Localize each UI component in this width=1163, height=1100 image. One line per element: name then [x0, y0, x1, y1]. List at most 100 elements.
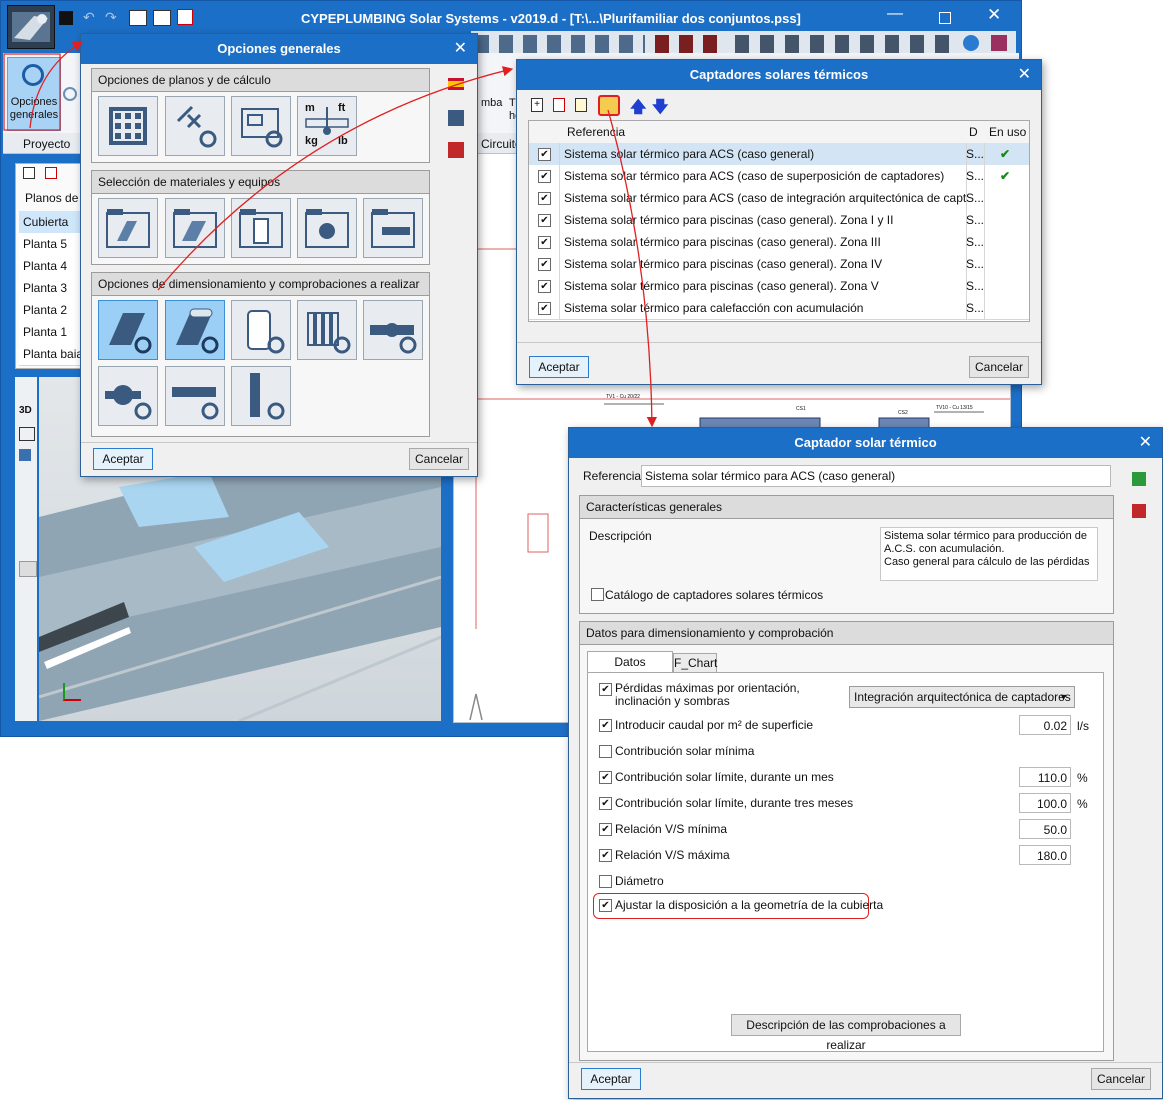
captadores-cancel-button[interactable]: Cancelar: [969, 356, 1029, 378]
contrib-min-checkbox[interactable]: [599, 745, 612, 758]
floor-item[interactable]: Planta 5: [19, 233, 83, 256]
contrib-tres-input[interactable]: 100.0: [1019, 793, 1071, 813]
close-icon[interactable]: ✕: [1139, 428, 1152, 458]
perdidas-select[interactable]: Integración arquitectónica de captadores…: [849, 686, 1075, 708]
vs-max-checkbox[interactable]: ✔: [599, 849, 612, 862]
tube-collector-settings-tile[interactable]: [165, 300, 225, 360]
layers-icon[interactable]: [19, 427, 35, 441]
plan-settings-tile[interactable]: [231, 96, 291, 156]
vs-min-input[interactable]: 50.0: [1019, 819, 1071, 839]
captador-accept-button[interactable]: Aceptar: [581, 1068, 641, 1090]
collector-settings-tile[interactable]: [98, 300, 158, 360]
delete-item-icon[interactable]: [553, 98, 565, 112]
save-icon[interactable]: [59, 11, 73, 25]
move-up-icon[interactable]: 🡅: [630, 96, 646, 123]
label-3d[interactable]: 3D: [19, 405, 32, 416]
floor-item[interactable]: Planta 1: [19, 321, 83, 344]
floor-item[interactable]: Planta 2: [19, 299, 83, 322]
pump-settings-tile[interactable]: [98, 366, 158, 426]
folder-pump-tile[interactable]: [297, 198, 357, 258]
minimize-button[interactable]: —: [887, 5, 903, 23]
maximize-button[interactable]: [939, 12, 951, 24]
add-item-icon[interactable]: +: [531, 98, 543, 112]
table-row[interactable]: ✔ Sistema solar térmico para piscinas (ca…: [529, 209, 1029, 232]
calculator-tile[interactable]: [98, 96, 158, 156]
delete-floor-icon[interactable]: [45, 167, 57, 179]
captadores-accept-button[interactable]: Aceptar: [529, 356, 589, 378]
add-floor-icon[interactable]: [23, 167, 35, 179]
undo-icon[interactable]: ↶: [83, 9, 95, 26]
spain-flag-icon[interactable]: [448, 78, 464, 90]
table-row[interactable]: ✔ Sistema solar térmico para piscinas (ca…: [529, 231, 1029, 254]
vs-max-input[interactable]: 180.0: [1019, 845, 1071, 865]
print-preview-icon[interactable]: [153, 10, 171, 26]
copy-item-icon[interactable]: [575, 98, 587, 112]
table-row[interactable]: ✔ Sistema solar térmico para ACS (caso de…: [529, 187, 1029, 210]
floor-item[interactable]: Planta 3: [19, 277, 83, 300]
export-icon[interactable]: [177, 9, 193, 25]
scroll-thumb[interactable]: [19, 561, 37, 577]
descripcion-textarea[interactable]: Sistema solar térmico para producción de…: [880, 527, 1098, 581]
book-icon[interactable]: [991, 35, 1007, 51]
radiator-settings-tile[interactable]: [297, 300, 357, 360]
caudal-checkbox[interactable]: ✔: [599, 719, 612, 732]
import-settings-icon[interactable]: [448, 110, 464, 126]
ajustar-checkbox[interactable]: ✔: [599, 899, 612, 912]
close-button[interactable]: ✕: [987, 5, 1001, 25]
diametro-checkbox[interactable]: [599, 875, 612, 888]
toolbar-snap-icons[interactable]: [735, 35, 957, 53]
captador-cancel-button[interactable]: Cancelar: [1091, 1068, 1151, 1090]
tab-proyecto[interactable]: Proyecto: [23, 137, 70, 151]
redo-icon[interactable]: ↷: [105, 9, 117, 26]
floor-item[interactable]: Planta baia: [19, 343, 83, 366]
perdidas-checkbox[interactable]: ✔: [599, 683, 612, 696]
print-icon[interactable]: [129, 10, 147, 26]
valve-settings-tile[interactable]: [363, 300, 423, 360]
folder-tank-tile[interactable]: [231, 198, 291, 258]
app-logo-icon[interactable]: [7, 5, 55, 49]
tab-datos-generales[interactable]: Datos generales: [587, 651, 673, 690]
edit-item-icon[interactable]: [598, 95, 620, 116]
opciones-generales-ribbon-button[interactable]: Opciones generales: [7, 57, 61, 131]
table-row[interactable]: ✔ Sistema solar térmico para ACS (caso ge…: [529, 143, 1029, 166]
col-d[interactable]: D: [969, 125, 978, 139]
export-settings-icon[interactable]: [448, 142, 464, 158]
close-icon[interactable]: ✕: [1018, 60, 1031, 90]
export-icon[interactable]: [1132, 504, 1146, 518]
close-icon[interactable]: ✕: [454, 34, 467, 64]
pipe-settings-tile[interactable]: [165, 366, 225, 426]
globe-icon[interactable]: [963, 35, 979, 51]
toolbar-tools-icons[interactable]: [655, 35, 725, 53]
table-row[interactable]: ✔ Sistema solar térmico para calefacción …: [529, 297, 1029, 320]
folder-pipe-tile[interactable]: [363, 198, 423, 258]
table-row[interactable]: ✔ Sistema solar térmico para piscinas (ca…: [529, 275, 1029, 298]
contrib-tres-checkbox[interactable]: ✔: [599, 797, 612, 810]
tab-f-chart[interactable]: F_Chart: [673, 653, 717, 673]
descripcion-comprobaciones-button[interactable]: Descripción de las comprobaciones a real…: [731, 1014, 961, 1052]
cube-icon[interactable]: [19, 449, 31, 461]
tank-settings-tile[interactable]: [231, 300, 291, 360]
contrib-mes-input[interactable]: 110.0: [1019, 767, 1071, 787]
opciones-cancel-button[interactable]: Cancelar: [409, 448, 469, 470]
move-down-icon[interactable]: 🡇: [652, 96, 668, 123]
catalogo-checkbox[interactable]: [591, 588, 604, 601]
folder-collector-tile[interactable]: [98, 198, 158, 258]
col-en-uso[interactable]: En uso: [989, 125, 1026, 139]
settings-location-icon[interactable]: [63, 87, 77, 101]
units-tile[interactable]: m ft kg lb: [297, 96, 357, 156]
caudal-input[interactable]: 0.02: [1019, 715, 1071, 735]
vs-min-checkbox[interactable]: ✔: [599, 823, 612, 836]
floor-item[interactable]: Planta 4: [19, 255, 83, 278]
formula-settings-tile[interactable]: [165, 96, 225, 156]
vertical-pipe-settings-tile[interactable]: [231, 366, 291, 426]
table-row[interactable]: ✔ Sistema solar térmico para piscinas (ca…: [529, 253, 1029, 276]
contrib-mes-checkbox[interactable]: ✔: [599, 771, 612, 784]
referencia-input[interactable]: Sistema solar térmico para ACS (caso gen…: [641, 465, 1111, 487]
toolbar-zoom-icons[interactable]: [475, 35, 645, 53]
folder-tube-collector-tile[interactable]: [165, 198, 225, 258]
opciones-accept-button[interactable]: Aceptar: [93, 448, 153, 470]
floor-item-cubierta[interactable]: Cubierta: [19, 211, 83, 234]
col-referencia[interactable]: Referencia: [567, 125, 625, 139]
import-icon[interactable]: [1132, 472, 1146, 486]
table-row[interactable]: ✔ Sistema solar térmico para ACS (caso de…: [529, 165, 1029, 188]
